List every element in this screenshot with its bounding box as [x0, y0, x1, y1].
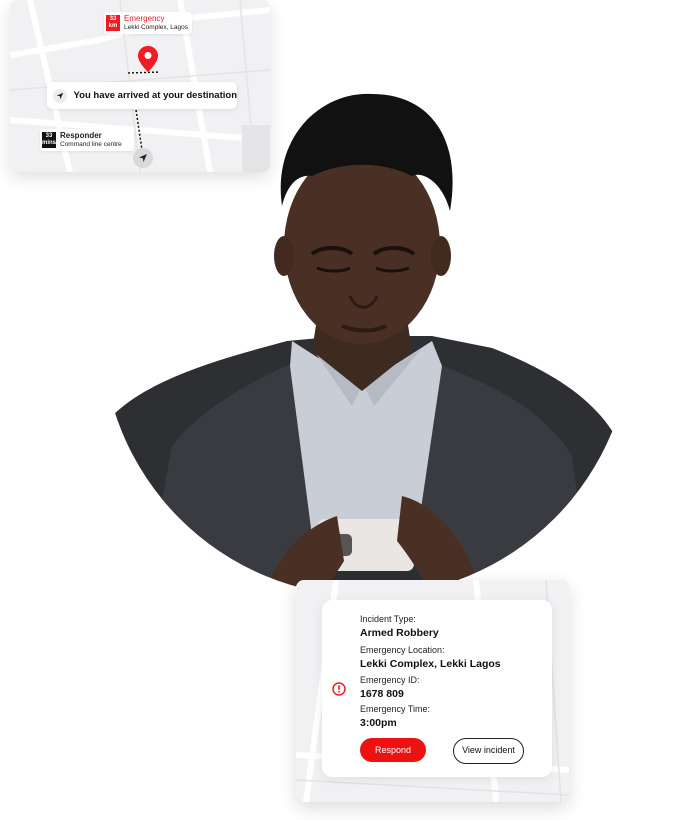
incident-type-value: Armed Robbery [360, 627, 439, 639]
emergency-id-value: 1678 809 [360, 688, 404, 700]
distance-badge: 33 km [106, 15, 120, 31]
view-incident-button[interactable]: View incident [453, 738, 524, 764]
emergency-location-value: Lekki Complex, Lekki Lagos [360, 658, 501, 670]
alert-icon [332, 682, 346, 696]
emergency-id-label: Emergency ID: [360, 675, 420, 685]
emergency-location: Lekki Complex, Lagos [124, 24, 188, 31]
emergency-location-field: Emergency Location: Lekki Complex, Lekki… [360, 645, 501, 670]
incident-type-field: Incident Type: Armed Robbery [360, 614, 439, 639]
respond-button[interactable]: Respond [360, 738, 426, 762]
emergency-time-value: 3:00pm [360, 717, 397, 729]
eta-value: 33 [45, 133, 53, 139]
navigation-arrow-icon [53, 88, 67, 103]
emergency-location-pill: 33 km Emergency Lekki Complex, Lagos [104, 12, 192, 34]
incident-details-card: Incident Type: Armed Robbery Emergency L… [322, 600, 552, 777]
emergency-time-label: Emergency Time: [360, 704, 431, 714]
incident-type-label: Incident Type: [360, 614, 416, 624]
eta-unit: mins [42, 140, 57, 146]
distance-value: 33 [109, 16, 117, 22]
eta-badge: 33 mins [42, 132, 56, 148]
emergency-id-field: Emergency ID: 1678 809 [360, 675, 420, 700]
responder-title: Responder [60, 131, 102, 140]
emergency-time-field: Emergency Time: 3:00pm [360, 704, 430, 729]
person-illustration [112, 93, 628, 596]
location-pin-icon [138, 46, 158, 72]
emergency-title: Emergency [124, 14, 165, 23]
distance-unit: km [108, 23, 118, 29]
incident-panel: Incident Type: Armed Robbery Emergency L… [296, 580, 569, 802]
person-photo [112, 86, 628, 606]
emergency-location-label: Emergency Location: [360, 645, 445, 655]
